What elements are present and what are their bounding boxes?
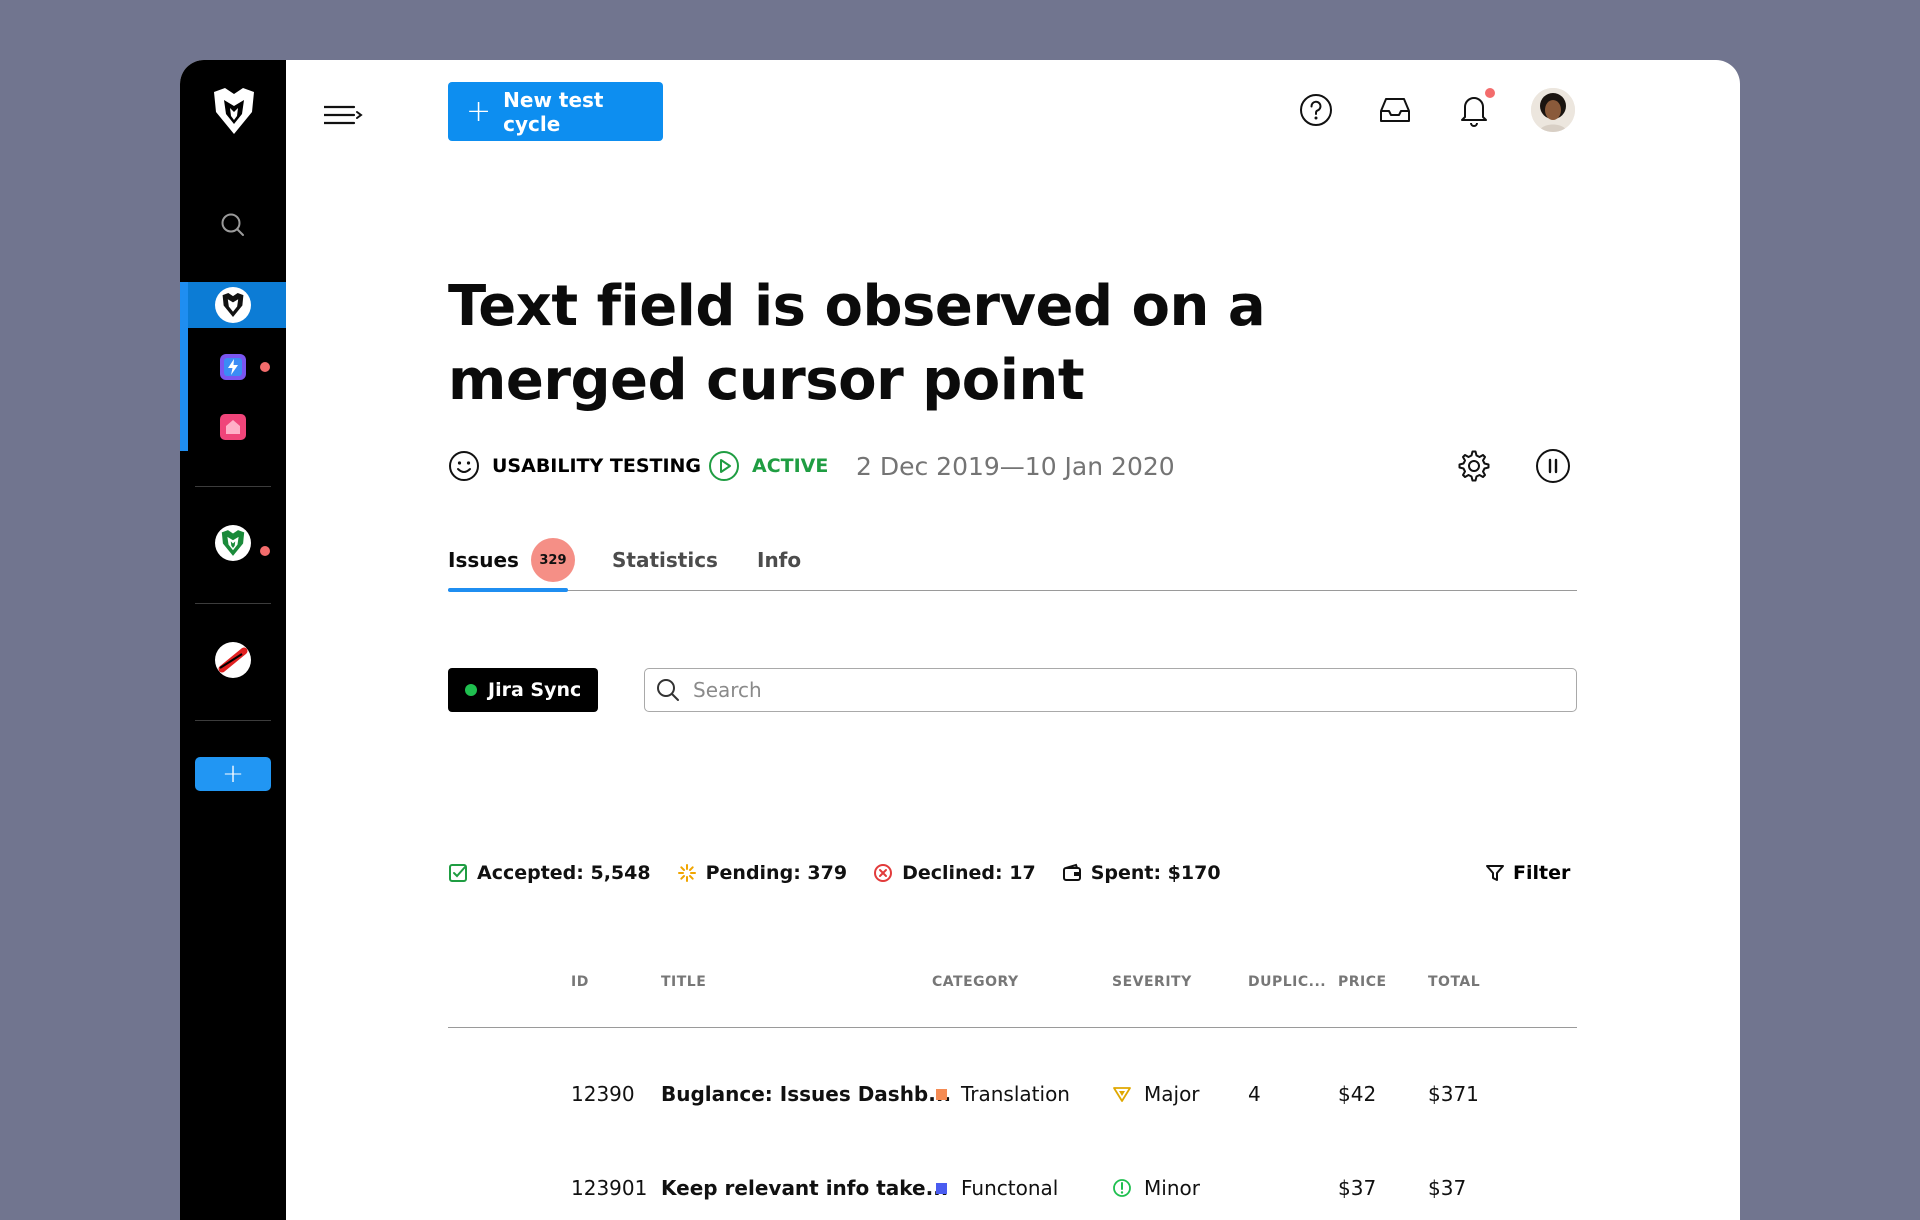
pending-spinner-icon: [677, 864, 696, 882]
issue-id: 123901: [571, 1176, 648, 1200]
category-color-square: [936, 1088, 947, 1100]
search-input[interactable]: [691, 677, 1535, 703]
tab-statistics-label: Statistics: [612, 548, 718, 572]
issue-category: Functonal: [936, 1158, 1058, 1218]
accepted-stat: Accepted: 5,548: [448, 862, 651, 884]
category-color-square: [936, 1182, 947, 1194]
play-icon: [709, 451, 739, 481]
table-row[interactable]: 12390 Buglance: Issues Dashb... Translat…: [448, 1064, 1577, 1124]
column-id[interactable]: ID: [571, 974, 589, 990]
gear-icon[interactable]: [1454, 446, 1494, 486]
column-category[interactable]: CATEGORY: [932, 974, 1019, 990]
issue-total: $371: [1428, 1082, 1479, 1106]
ban-icon[interactable]: [215, 642, 251, 678]
test-type: USABILITY TESTING: [448, 446, 701, 486]
lightning-app-icon[interactable]: [215, 349, 251, 385]
issue-total: $37: [1428, 1176, 1467, 1200]
search-icon[interactable]: [219, 211, 247, 239]
plus-icon: +: [466, 93, 492, 129]
inbox-icon[interactable]: [1375, 90, 1415, 130]
add-workspace-button[interactable]: +: [195, 757, 271, 791]
issue-duplicates: 4: [1248, 1082, 1261, 1106]
tab-issues[interactable]: Issues 329: [448, 530, 575, 590]
filter-label: Filter: [1513, 862, 1571, 884]
workspace-rail: +: [180, 60, 286, 1220]
accepted-check-icon: [449, 864, 467, 882]
column-severity[interactable]: SEVERITY: [1112, 974, 1192, 990]
rail-divider: [195, 486, 271, 487]
page-title: Text field is observed on a merged curso…: [448, 274, 1266, 413]
avatar[interactable]: [1531, 88, 1575, 132]
filter-button[interactable]: Filter: [1485, 858, 1570, 888]
issue-price: $37: [1338, 1176, 1377, 1200]
tab-statistics[interactable]: Statistics: [612, 530, 718, 590]
tab-issues-label: Issues: [448, 548, 519, 572]
issue-stats: Accepted: 5,548 Pending: 379 Declined: 1…: [448, 858, 1247, 888]
severity-label: Minor: [1144, 1176, 1200, 1200]
minor-severity-icon: [1113, 1179, 1131, 1197]
issue-id: 12390: [571, 1082, 635, 1106]
app-logo-icon[interactable]: [211, 86, 257, 136]
category-label: Functonal: [961, 1176, 1059, 1200]
home-app-icon[interactable]: [215, 409, 251, 445]
wallet-icon: [1062, 863, 1081, 881]
notification-dot: [260, 362, 270, 372]
rail-divider: [195, 720, 271, 721]
issue-title[interactable]: Keep relevant info take...: [661, 1158, 948, 1218]
search-field[interactable]: [644, 668, 1577, 712]
active-indicator: [180, 282, 188, 451]
category-label: Translation: [961, 1082, 1070, 1106]
declined-x-icon: [874, 864, 893, 882]
new-test-cycle-label: New test cycle: [503, 87, 604, 136]
major-severity-icon: [1113, 1087, 1131, 1102]
cycle-status: ACTIVE: [708, 446, 828, 486]
new-test-cycle-button[interactable]: + New test cycle: [448, 82, 663, 141]
spent-stat: Spent: $170: [1062, 862, 1221, 884]
workspace-icon[interactable]: [215, 287, 251, 323]
menu-toggle-icon[interactable]: [322, 102, 364, 130]
spent-label: Spent: $170: [1090, 862, 1221, 884]
issue-category: Translation: [936, 1064, 1070, 1124]
smiley-icon: [449, 451, 479, 481]
jira-sync-label: Jira Sync: [488, 679, 582, 701]
column-price[interactable]: PRICE: [1338, 974, 1387, 990]
severity-label: Major: [1144, 1082, 1200, 1106]
declined-label: Declined: 17: [902, 862, 1036, 884]
pending-label: Pending: 379: [705, 862, 848, 884]
app-window: + + New test cycle Text field is observe…: [180, 60, 1740, 1220]
search-icon: [657, 679, 679, 701]
issues-count-badge: 329: [530, 538, 575, 582]
column-duplicates[interactable]: DUPLIC...: [1248, 974, 1326, 990]
issue-severity: Minor: [1112, 1158, 1200, 1218]
pause-icon[interactable]: [1533, 446, 1573, 486]
date-range: 2 Dec 2019—10 Jan 2020: [856, 446, 1175, 486]
jira-sync-button[interactable]: Jira Sync: [448, 668, 598, 712]
active-tab-underline: [448, 587, 568, 592]
declined-stat: Declined: 17: [873, 862, 1036, 884]
tab-info-label: Info: [757, 548, 802, 572]
filter-icon: [1486, 865, 1504, 881]
workspace-green-icon[interactable]: [215, 525, 251, 561]
date-range-text: 2 Dec 2019—10 Jan 2020: [856, 451, 1175, 481]
tab-info[interactable]: Info: [757, 530, 801, 590]
pending-stat: Pending: 379: [677, 862, 847, 884]
issue-price: $42: [1338, 1082, 1377, 1106]
status-label: ACTIVE: [752, 455, 829, 477]
test-type-label: USABILITY TESTING: [492, 455, 702, 477]
help-icon[interactable]: [1296, 90, 1336, 130]
column-total[interactable]: TOTAL: [1428, 974, 1480, 990]
issue-title[interactable]: Buglance: Issues Dashb...: [661, 1064, 951, 1124]
issue-severity: Major: [1112, 1064, 1200, 1124]
rail-divider: [195, 603, 271, 604]
tab-bar: Issues 329 Statistics Info: [448, 530, 1577, 592]
table-row[interactable]: 123901 Keep relevant info take... Functo…: [448, 1158, 1577, 1218]
table-header: ID TITLE CATEGORY SEVERITY DUPLIC... PRI…: [448, 960, 1577, 1028]
column-title[interactable]: TITLE: [661, 974, 706, 990]
notification-dot: [1485, 88, 1495, 98]
notification-dot: [260, 546, 270, 556]
accepted-label: Accepted: 5,548: [477, 862, 651, 884]
sync-status-dot: [465, 684, 477, 696]
